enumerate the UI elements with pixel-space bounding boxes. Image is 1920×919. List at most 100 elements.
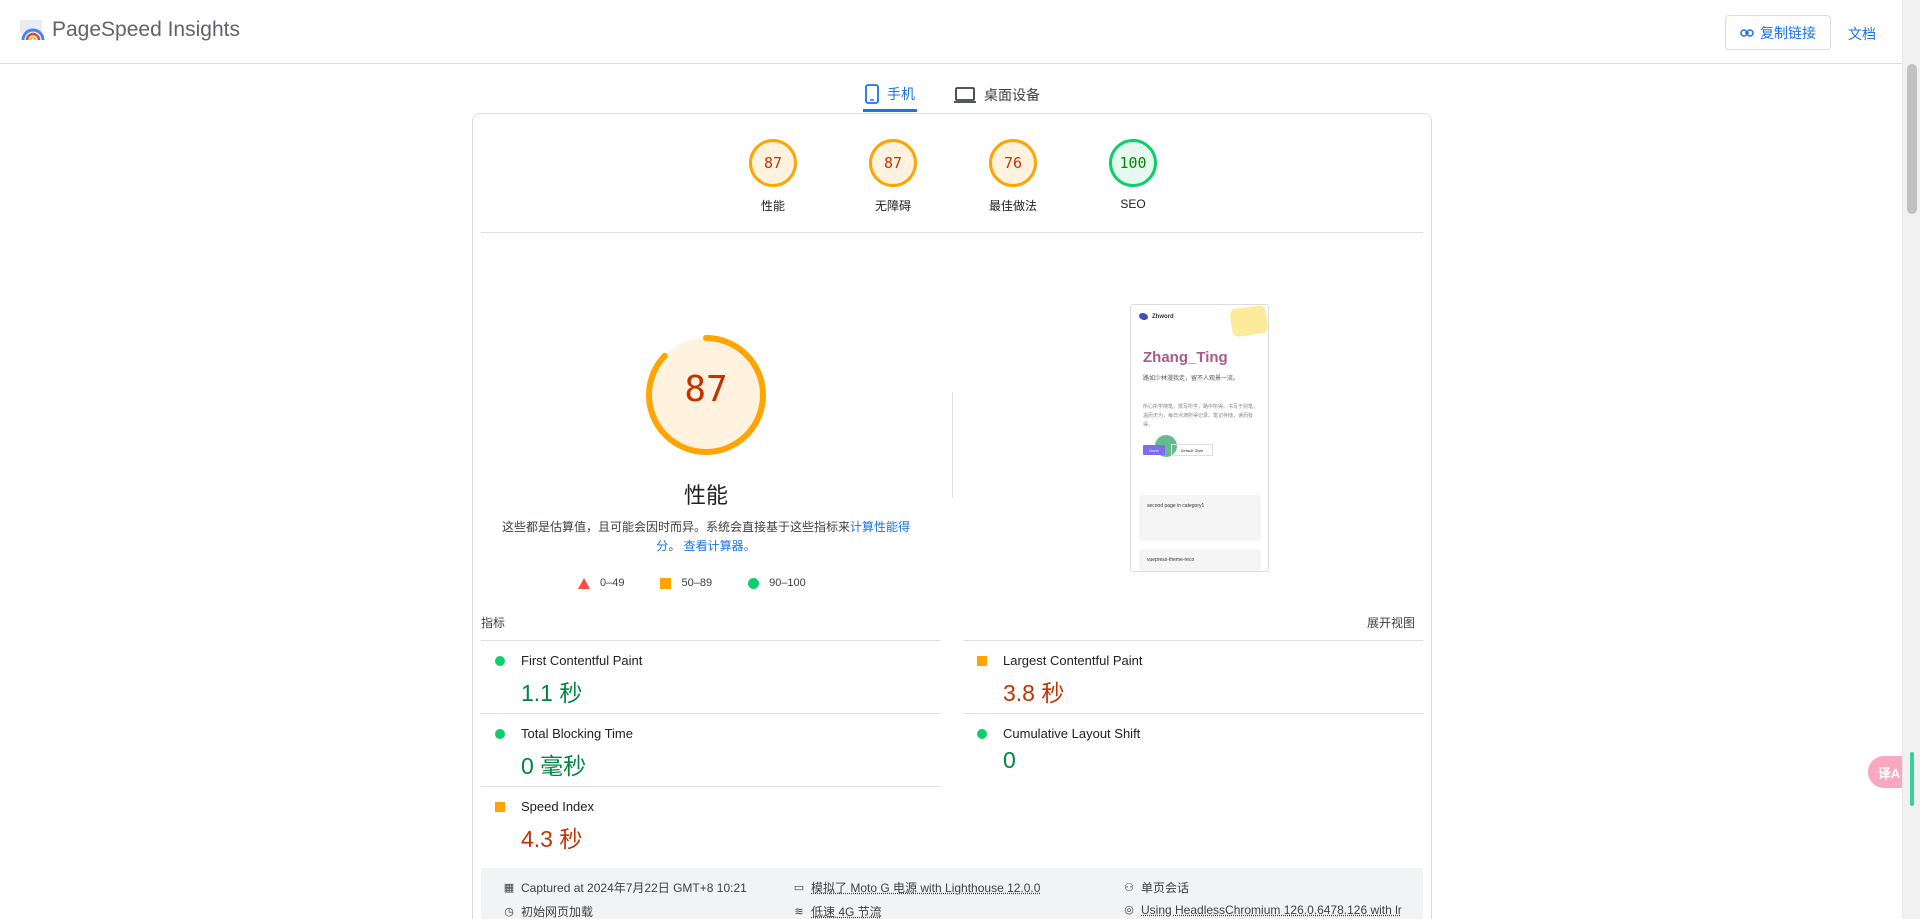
thumb-secondary-button: Default Style [1171, 444, 1213, 456]
metric-tbt: Total Blocking Time 0 毫秒 [481, 713, 941, 786]
tab-desktop[interactable]: 桌面设备 [954, 78, 1040, 112]
scrollbar-thumb[interactable] [1907, 64, 1917, 214]
legend-label: 0–49 [600, 577, 625, 589]
gauge-label: SEO [1120, 197, 1146, 211]
desc-text: 这些都是估算值，且可能会因时而异。系统会直接基于这些指标来 [501, 520, 850, 534]
top-bar: PageSpeed Insights 复制链接 文档 [0, 0, 1902, 64]
info-network[interactable]: ≋ 低速 4G 节流 [793, 903, 882, 919]
info-text: 模拟了 Moto G 电源 with Lighthouse 12.0.0 [811, 881, 1041, 895]
metric-si: Speed Index 4.3 秒 [481, 786, 941, 859]
legend-average: 50–89 [660, 577, 712, 589]
tab-mobile[interactable]: 手机 [863, 78, 917, 112]
metric-value: 4.3 秒 [521, 826, 583, 852]
link-icon [1740, 28, 1754, 37]
metric-value: 0 [1003, 747, 1016, 773]
calculator-link[interactable]: 查看计算器。 [684, 539, 756, 553]
tab-desktop-label: 桌面设备 [984, 87, 1040, 103]
info-text: 低速 4G 节流 [811, 905, 882, 919]
gauge-performance[interactable]: 87 性能 [725, 139, 821, 214]
good-circle-icon [495, 729, 505, 739]
circle-icon [748, 577, 760, 589]
divider [481, 232, 1423, 233]
people-icon: ⚇ [1124, 881, 1134, 894]
wifi-icon: ≋ [794, 905, 804, 918]
gauge-seo[interactable]: 100 SEO [1085, 139, 1181, 211]
info-device[interactable]: ▭ 模拟了 Moto G 电源 with Lighthouse 12.0.0 [793, 879, 1041, 896]
gauge-best-practices[interactable]: 76 最佳做法 [965, 139, 1061, 214]
metric-value: 3.8 秒 [1003, 680, 1065, 706]
thumb-primary-button: Gone [1143, 445, 1165, 455]
legend-label: 90–100 [769, 577, 806, 589]
metric-name: Cumulative Layout Shift [1003, 726, 1141, 741]
info-text: 初始网页加载 [521, 905, 594, 919]
gauge-label: 性能 [760, 199, 785, 213]
copy-link-button[interactable]: 复制链接 [1725, 15, 1831, 50]
square-icon [660, 577, 672, 589]
calendar-icon: ▦ [503, 881, 515, 894]
runtime-info: ▦ Captured at 2024年7月22日 GMT+8 10:21 ▭ 模… [481, 868, 1423, 919]
metric-value: 0 毫秒 [521, 753, 587, 779]
gauge-label: 无障碍 [874, 199, 911, 213]
metric-value: 1.1 秒 [521, 680, 583, 706]
performance-title: 性能 [683, 483, 728, 508]
triangle-icon [578, 577, 590, 589]
report-card: 87 性能 87 无障碍 76 最佳做法 100 SEO 87 性能 这些都是估… [472, 113, 1432, 919]
timer-icon: ◷ [504, 905, 514, 918]
info-text: Captured at 2024年7月22日 GMT+8 10:21 [521, 881, 747, 895]
translate-icon: 译A [1877, 765, 1901, 781]
docs-link[interactable]: 文档 [1848, 24, 1876, 44]
laptop-icon [954, 87, 976, 103]
info-session: ⚇ 单页会话 [1123, 879, 1189, 896]
pagespeed-logo-icon[interactable] [20, 18, 46, 44]
copy-link-label: 复制链接 [1760, 24, 1816, 41]
gauge-accessibility[interactable]: 87 无障碍 [845, 139, 941, 214]
gauge-score: 87 [749, 139, 797, 187]
metric-lcp: Largest Contentful Paint 3.8 秒 [963, 640, 1423, 713]
desc-text: 。 [668, 539, 681, 553]
vertical-divider [952, 392, 953, 498]
legend-label: 50–89 [681, 577, 713, 589]
thumb-site-name: Zhword [1152, 313, 1174, 320]
page-screenshot[interactable]: Zhword Zhang_Ting 路如少林漫我走，留不人观景一流。 所心所学随… [1130, 304, 1269, 572]
metric-name: Speed Index [521, 799, 595, 814]
app-title[interactable]: PageSpeed Insights [52, 18, 240, 42]
metric-name: First Contentful Paint [521, 653, 643, 668]
decorative-blob [1229, 305, 1268, 338]
tab-mobile-label: 手机 [887, 85, 915, 102]
info-browser[interactable]: ◎ Using HeadlessChromium 126.0.6478.126 … [1123, 903, 1402, 917]
info-text: Using HeadlessChromium 126.0.6478.126 wi… [1141, 903, 1402, 917]
gauge-score: 100 [1109, 139, 1157, 187]
average-square-icon [977, 656, 987, 666]
thumb-tagline: 路如少林漫我走，留不人观景一流。 [1143, 376, 1240, 382]
thumb-card-title: second page in category1 [1147, 503, 1205, 509]
average-square-icon [495, 802, 505, 812]
gauge-score: 87 [869, 139, 917, 187]
thumb-heading: Zhang_Ting [1143, 349, 1228, 366]
chrome-icon: ◎ [1124, 904, 1134, 916]
thumb-header: Zhword [1139, 313, 1174, 320]
info-text: 单页会话 [1141, 881, 1190, 895]
bird-logo-icon [1139, 313, 1148, 320]
page-scrollbar[interactable] [1902, 0, 1920, 919]
performance-score: 87 [684, 369, 728, 410]
info-captured: ▦ Captured at 2024年7月22日 GMT+8 10:21 [503, 879, 747, 896]
phone-icon [865, 83, 879, 104]
thumb-card: second page in category1 [1139, 495, 1261, 541]
performance-description: 这些都是估算值，且可能会因时而异。系统会直接基于这些指标来计算性能得分。 查看计… [491, 518, 921, 556]
good-circle-icon [495, 656, 505, 666]
legend-poor: 0–49 [578, 577, 624, 589]
devices-icon: ▭ [793, 881, 805, 894]
metric-cls: Cumulative Layout Shift 0 [963, 713, 1423, 786]
scroll-marker [1910, 752, 1914, 806]
score-legend: 0–49 50–89 90–100 [578, 577, 806, 589]
metric-name: Largest Contentful Paint [1003, 653, 1143, 668]
thumb-body: 所心所学随笔，撰写所学，路中所得。书写于别笔，温而无为，每日点滴所得记录。笔记存… [1143, 404, 1259, 428]
metrics-heading: 指标 [481, 616, 506, 630]
legend-good: 90–100 [748, 577, 806, 589]
good-circle-icon [977, 729, 987, 739]
metric-fcp: First Contentful Paint 1.1 秒 [481, 640, 941, 713]
metric-name: Total Blocking Time [521, 726, 633, 741]
gauge-score: 76 [989, 139, 1037, 187]
expand-view-toggle[interactable]: 展开视图 [1367, 614, 1415, 631]
gauge-label: 最佳做法 [988, 199, 1037, 213]
